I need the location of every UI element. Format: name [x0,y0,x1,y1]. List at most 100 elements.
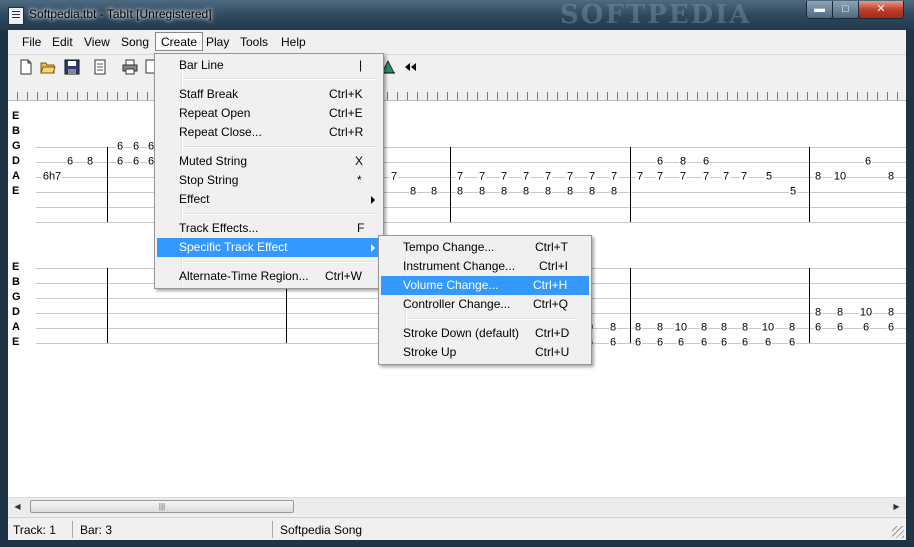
menu-item-bar-line[interactable]: Bar Line | [157,56,381,75]
fret-note[interactable]: 6 [787,337,797,349]
fret-note[interactable]: 8 [813,171,823,183]
fret-note[interactable]: 10 [760,322,776,334]
fret-note[interactable]: 7 [739,171,749,183]
fret-note[interactable]: 6 [655,156,665,168]
fret-note[interactable]: 8 [719,322,729,334]
fret-note[interactable]: 8 [886,307,896,319]
fret-note[interactable]: 6 [699,337,709,349]
fret-note[interactable]: 10 [673,322,689,334]
fret-note[interactable]: 8 [455,186,465,198]
fret-note[interactable]: 7 [587,171,597,183]
resize-grip-icon[interactable] [892,526,904,538]
fret-note[interactable]: 8 [608,322,618,334]
fret-note[interactable]: 7 [521,171,531,183]
menu-item-effect[interactable]: Effect [157,190,381,209]
bar-line[interactable] [107,147,108,222]
fret-note[interactable]: 8 [740,322,750,334]
fret-note[interactable]: 6 [608,337,618,349]
open-folder-icon[interactable] [40,59,56,75]
fret-note[interactable]: 6 [115,141,125,153]
fret-note[interactable]: 10 [858,307,874,319]
fret-note[interactable]: 7 [701,171,711,183]
fret-note[interactable]: 6 [65,156,75,168]
fret-note[interactable]: 8 [699,322,709,334]
menu-item-stroke-up[interactable]: Stroke Up Ctrl+U [381,343,589,362]
fret-note[interactable]: 6 [655,337,665,349]
fret-note[interactable]: 8 [543,186,553,198]
ruler[interactable] [8,82,906,101]
bar-line[interactable] [630,147,631,222]
menu-play[interactable]: Play [206,35,229,49]
fret-note[interactable]: 7 [635,171,645,183]
fret-note[interactable]: 7 [543,171,553,183]
bar-line[interactable] [809,147,810,222]
menu-view[interactable]: View [84,35,110,49]
app-icon[interactable] [8,7,24,25]
fret-note[interactable]: 8 [886,171,896,183]
fret-note[interactable]: 8 [678,156,688,168]
menu-item-volume-change[interactable]: Volume Change... Ctrl+H [381,276,589,295]
scrollbar-thumb[interactable]: ||| [30,500,294,513]
menu-tools[interactable]: Tools [240,35,268,49]
menu-item-repeat-open[interactable]: Repeat Open Ctrl+E [157,104,381,123]
fret-note[interactable]: 8 [835,307,845,319]
fret-note[interactable]: 8 [429,186,439,198]
bar-line[interactable] [809,268,810,343]
fret-note[interactable]: 10 [832,171,848,183]
menu-help[interactable]: Help [281,35,306,49]
bar-line[interactable] [450,147,451,222]
horizontal-scrollbar[interactable]: ◀ ||| ▶ [8,497,906,515]
menu-item-specific-track-effect[interactable]: Specific Track Effect [157,238,381,257]
fret-note[interactable]: 8 [521,186,531,198]
fret-note[interactable]: 8 [587,186,597,198]
fret-note[interactable]: 6 [701,156,711,168]
fret-note[interactable]: 8 [813,307,823,319]
fret-note[interactable]: 8 [499,186,509,198]
fret-note[interactable]: 7 [565,171,575,183]
fret-note[interactable]: 6 [886,322,896,334]
print-icon[interactable] [122,59,138,75]
title-bar[interactable]: Softpedia.tbt - TabIt [Unregistered] SOF… [0,0,914,30]
menu-item-alternate-time-region[interactable]: Alternate-Time Region... Ctrl+W [157,267,381,286]
fret-note[interactable]: 6h7 [41,171,63,183]
fret-note[interactable]: 6 [863,156,873,168]
fret-note[interactable]: 8 [655,322,665,334]
menu-item-repeat-close[interactable]: Repeat Close... Ctrl+R [157,123,381,142]
menu-item-muted-string[interactable]: Muted String X [157,152,381,171]
minimize-button[interactable]: ▬ [806,1,833,19]
scroll-right-arrow-icon[interactable]: ▶ [890,500,903,513]
fret-note[interactable]: 7 [477,171,487,183]
fret-note[interactable]: 6 [835,322,845,334]
menu-item-staff-break[interactable]: Staff Break Ctrl+K [157,85,381,104]
close-button[interactable]: ✕ [858,1,904,19]
fret-note[interactable]: 8 [85,156,95,168]
scroll-left-arrow-icon[interactable]: ◀ [11,500,24,513]
menu-edit[interactable]: Edit [52,35,73,49]
fret-note[interactable]: 6 [763,337,773,349]
menu-create[interactable]: Create [155,32,204,51]
fret-note[interactable]: 6 [676,337,686,349]
bar-line[interactable] [107,268,108,343]
menu-file[interactable]: File [22,35,41,49]
menu-item-stroke-down[interactable]: Stroke Down (default) Ctrl+D [381,324,589,343]
fret-note[interactable]: 7 [721,171,731,183]
menu-item-tempo-change[interactable]: Tempo Change... Ctrl+T [381,238,589,257]
fret-note[interactable]: 7 [678,171,688,183]
fret-note[interactable]: 6 [719,337,729,349]
bar-line[interactable] [630,268,631,343]
rewind-icon[interactable] [402,59,418,75]
fret-note[interactable]: 7 [389,171,399,183]
maximize-button[interactable]: □ [832,1,859,19]
fret-note[interactable]: 7 [655,171,665,183]
menu-item-stop-string[interactable]: Stop String * [157,171,381,190]
fret-note[interactable]: 8 [565,186,575,198]
fret-note[interactable]: 6 [131,156,141,168]
fret-note[interactable]: 6 [115,156,125,168]
fret-note[interactable]: 5 [788,186,798,198]
fret-note[interactable]: 7 [499,171,509,183]
fret-note[interactable]: 6 [740,337,750,349]
menu-song[interactable]: Song [121,35,149,49]
new-file-icon[interactable] [18,59,34,75]
document-icon[interactable] [92,59,108,75]
menu-item-track-effects[interactable]: Track Effects... F [157,219,381,238]
